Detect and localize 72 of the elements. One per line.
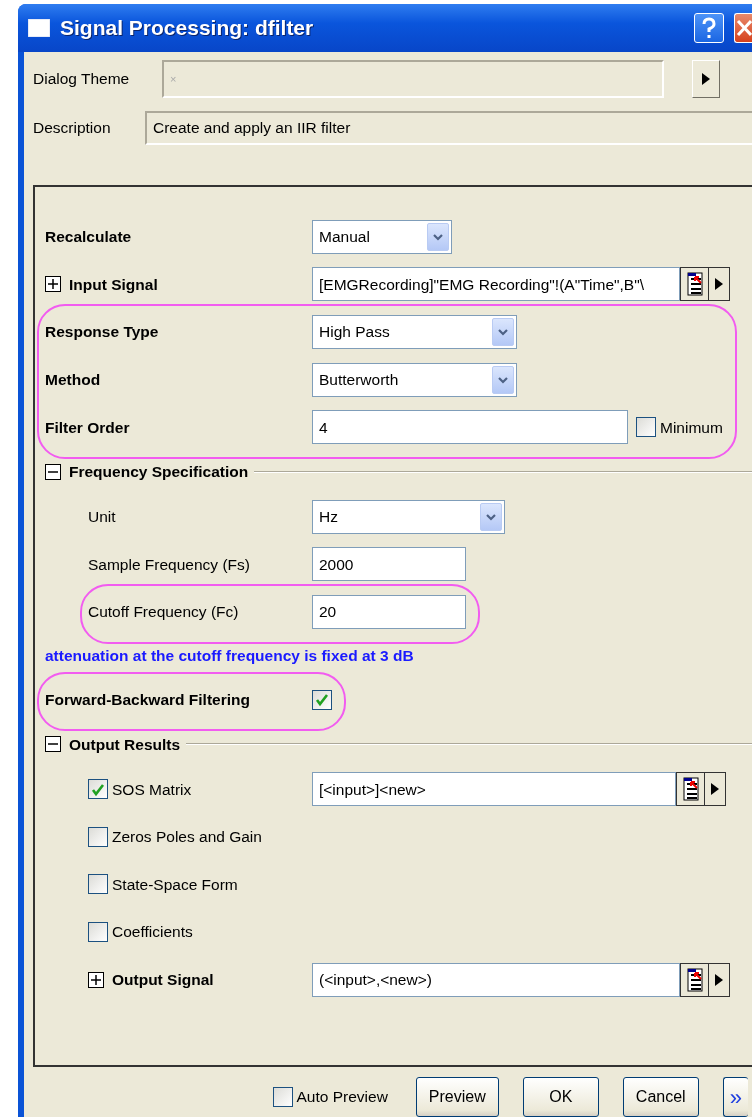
checkbox-label: Coefficients xyxy=(112,922,193,943)
triangle-icon xyxy=(709,782,721,797)
more-button[interactable]: » xyxy=(722,1077,748,1117)
checkbox-label: SOS Matrix xyxy=(112,779,192,800)
table-picker-button[interactable] xyxy=(680,962,708,997)
checkbox-label: Minimum xyxy=(660,417,723,438)
expand-icon[interactable] xyxy=(88,971,104,988)
section-heading: Frequency Specification xyxy=(69,462,249,483)
dropdown[interactable]: Hz xyxy=(312,499,505,534)
collapse-icon[interactable] xyxy=(45,463,61,480)
table-icon xyxy=(685,271,704,298)
field-label: Description xyxy=(33,118,112,139)
menu-arrow-button[interactable] xyxy=(708,962,730,997)
triangle-icon xyxy=(700,72,712,86)
chevron-icon xyxy=(496,327,510,337)
table-icon xyxy=(685,966,704,993)
checkbox[interactable] xyxy=(312,689,332,710)
menu-arrow-button[interactable] xyxy=(704,772,726,807)
checkbox[interactable] xyxy=(636,417,656,438)
checkbox[interactable] xyxy=(88,921,108,942)
table-icon xyxy=(681,776,700,803)
window-title: Signal Processing: dfilter xyxy=(60,15,315,42)
checkbox-label: Zeros Poles and Gain xyxy=(112,827,262,848)
setting-label: Unit xyxy=(88,507,116,528)
dialog-button[interactable]: Cancel xyxy=(622,1077,699,1117)
dialog-button[interactable]: Preview xyxy=(415,1077,499,1117)
field-value: Create and apply an IIR filter xyxy=(153,118,351,139)
hint-text: attenuation at the cutoff frequency is fixed at 3 dB xyxy=(45,646,414,667)
setting-label: Sample Frequency (Fs) xyxy=(88,554,250,575)
checkbox[interactable] xyxy=(272,1087,293,1107)
window-icon xyxy=(28,19,50,37)
chevron-icon xyxy=(496,374,510,385)
table-picker-button[interactable] xyxy=(676,772,704,807)
close-button[interactable] xyxy=(734,13,752,43)
dialog-button[interactable]: OK xyxy=(522,1077,599,1117)
text-field[interactable]: 2000 xyxy=(312,547,466,582)
table-picker-button[interactable] xyxy=(680,267,708,302)
setting-label: Filter Order xyxy=(45,417,130,438)
dropdown[interactable]: High Pass xyxy=(312,315,517,349)
dropdown[interactable]: Manual xyxy=(312,219,452,254)
checkbox[interactable] xyxy=(88,874,108,895)
setting-label: Recalculate xyxy=(45,227,132,248)
chevron-icon xyxy=(431,231,445,242)
setting-label: Input Signal xyxy=(69,274,158,295)
field-label: Dialog Theme xyxy=(33,69,131,90)
help-button[interactable] xyxy=(694,13,724,43)
checkbox[interactable] xyxy=(88,779,108,800)
close-icon xyxy=(735,17,752,39)
data-field[interactable]: [EMGRecording]"EMG Recording"!(A"Time",B"\ xyxy=(312,267,680,302)
setting-label: Forward-Backward Filtering xyxy=(45,689,251,710)
text-field[interactable]: 4 xyxy=(312,410,628,445)
data-field[interactable]: (<input>,<new>) xyxy=(312,962,680,997)
expand-icon[interactable] xyxy=(45,276,61,293)
collapse-icon[interactable] xyxy=(45,736,61,753)
dropdown[interactable]: Butterworth xyxy=(312,362,517,397)
output-field[interactable]: [<input>]<new> xyxy=(312,772,676,807)
section-heading: Output Results xyxy=(69,734,181,755)
menu-arrow-button[interactable] xyxy=(708,267,730,302)
setting-label: Method xyxy=(45,369,101,390)
setting-label: Response Type xyxy=(45,322,159,343)
text-field[interactable]: 20 xyxy=(312,594,466,629)
triangle-icon xyxy=(713,277,725,292)
check-icon xyxy=(314,692,330,708)
checkbox-label: State-Space Form xyxy=(112,874,238,895)
theme-menu-button[interactable] xyxy=(692,60,720,98)
field-placeholder: × xyxy=(170,71,177,87)
checkbox-label: Auto Preview xyxy=(296,1087,388,1108)
setting-label: Cutoff Frequency (Fc) xyxy=(88,602,239,623)
triangle-icon xyxy=(713,972,725,987)
checkbox[interactable] xyxy=(88,826,108,847)
setting-label: Output Signal xyxy=(112,969,214,990)
chevron-icon xyxy=(484,511,498,522)
